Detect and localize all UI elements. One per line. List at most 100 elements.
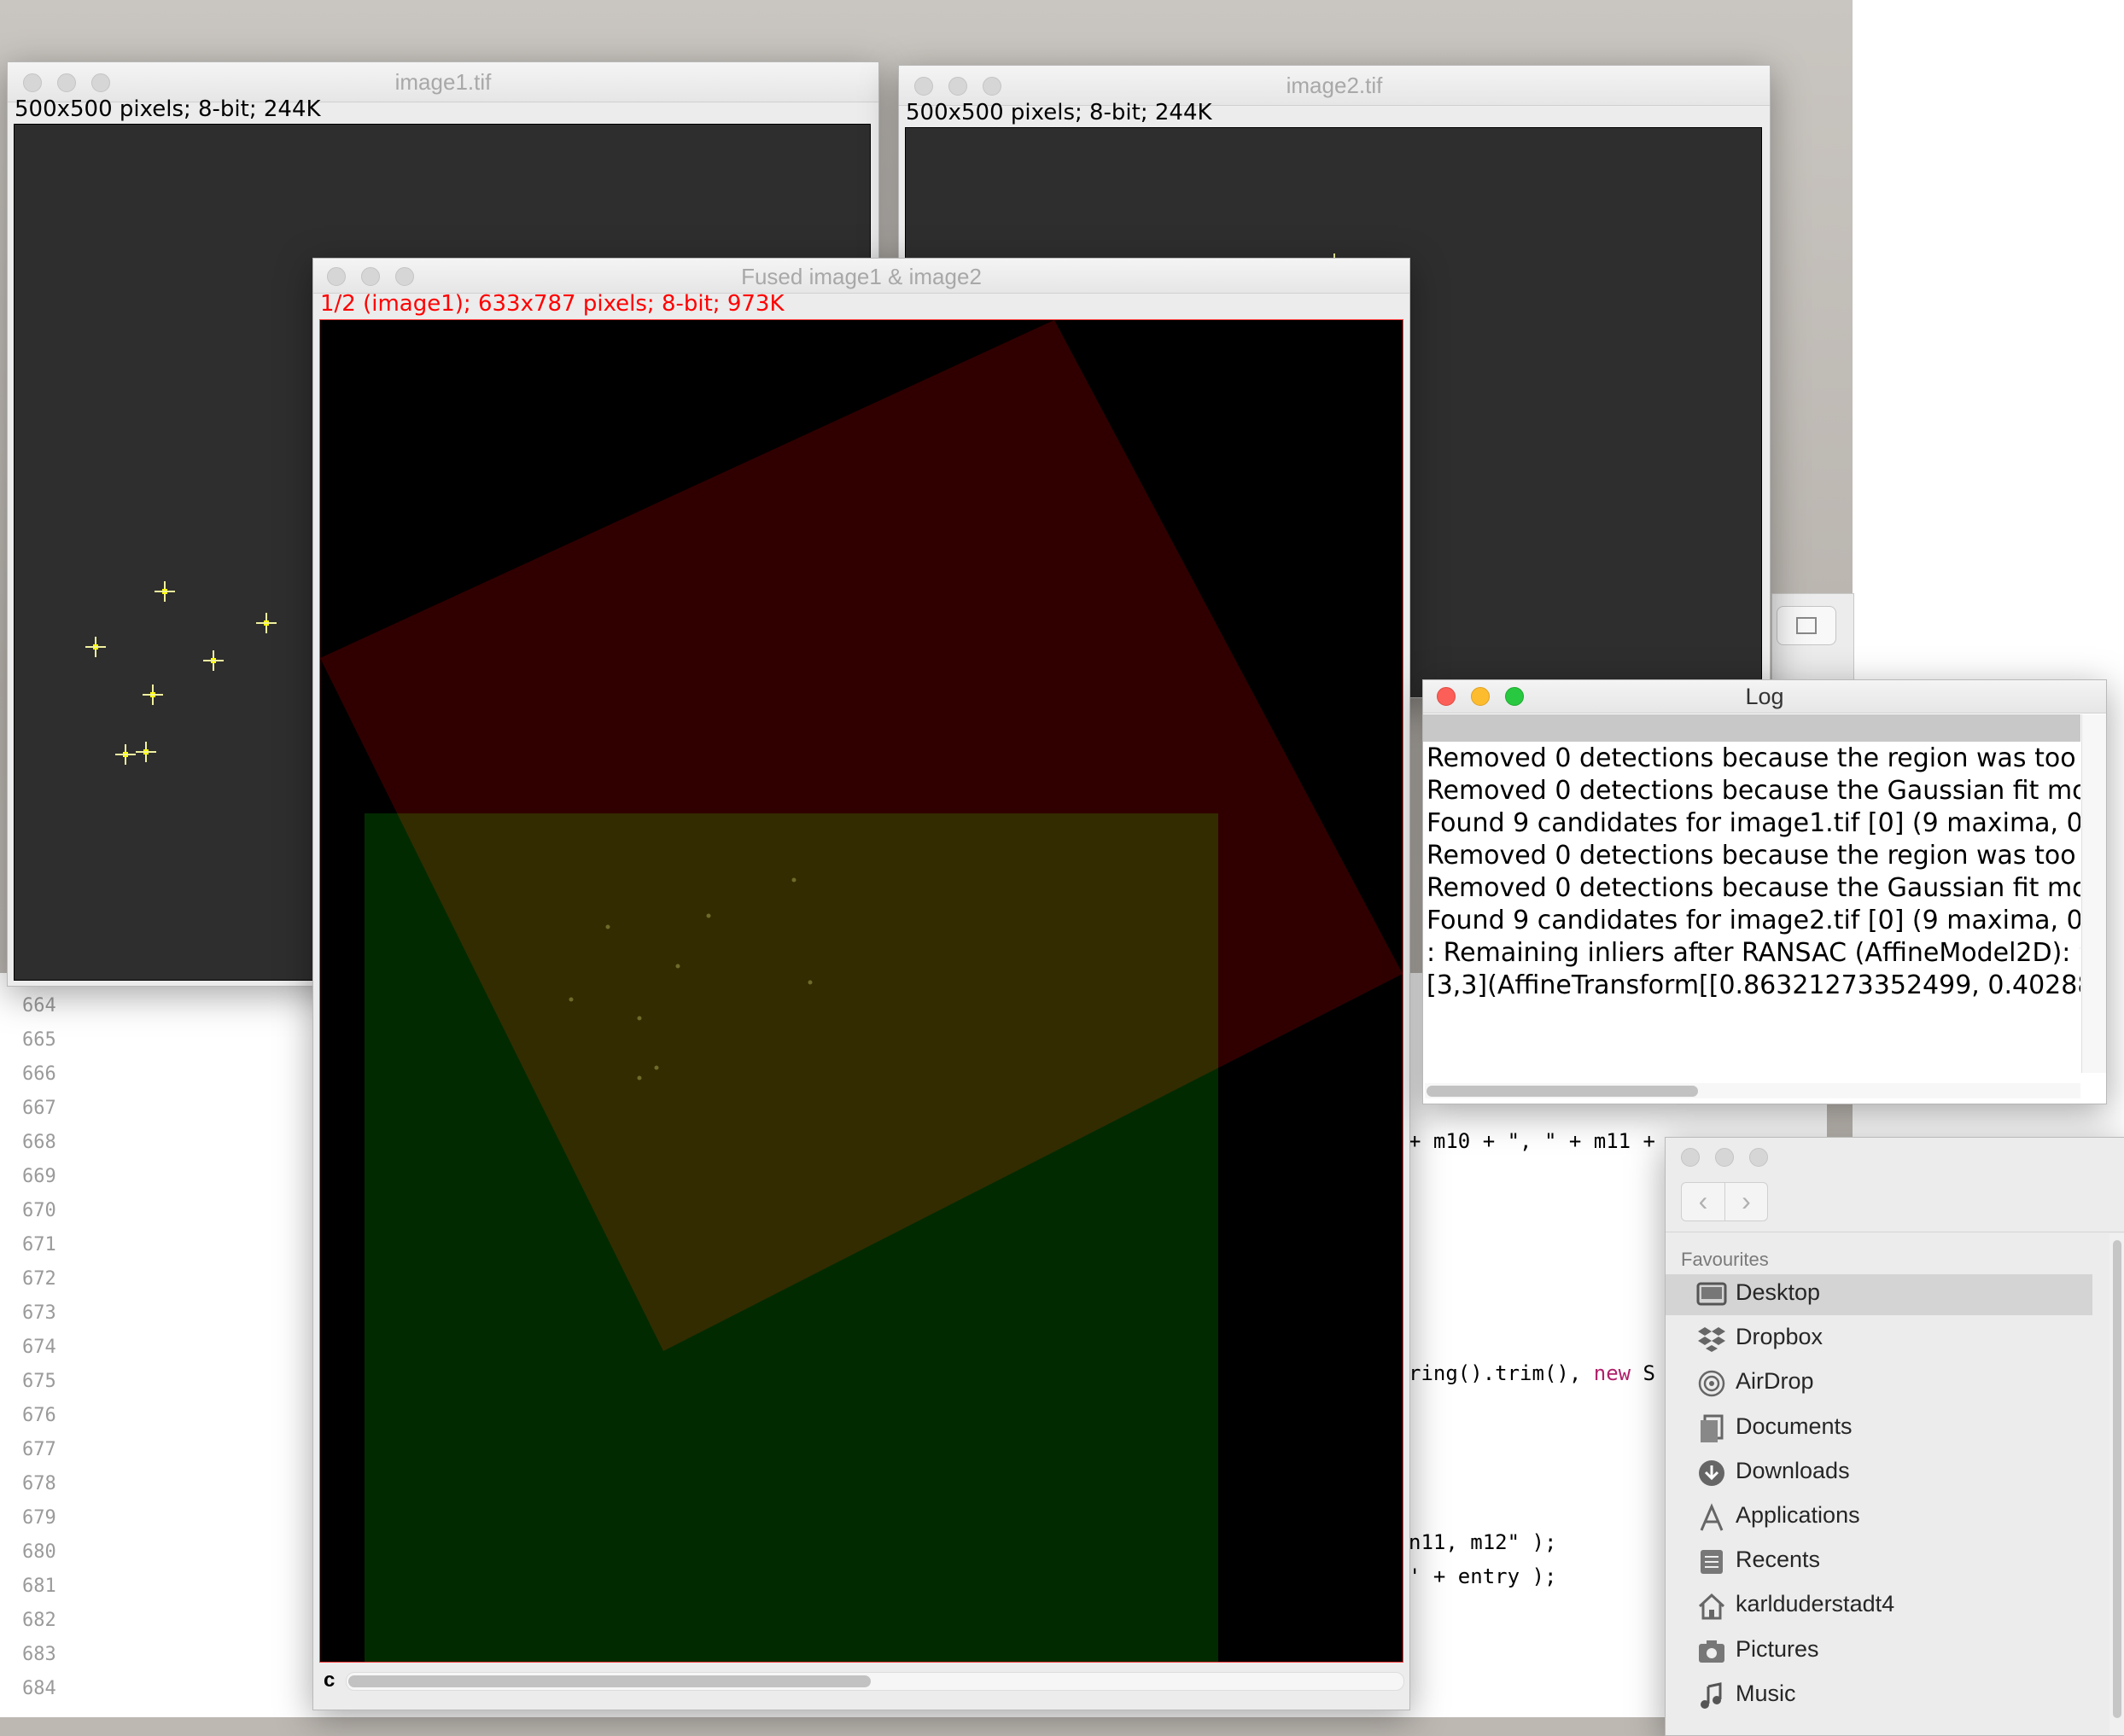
log-line: Removed 0 detections because the region … [1427,747,2080,773]
fused-titlebar[interactable]: Fused image1 & image2 [313,259,1409,294]
applications-icon [1696,1503,1727,1532]
forward-button[interactable]: › [1725,1183,1767,1220]
scrollbar-thumb[interactable] [348,1675,871,1687]
line-number: 667 [22,1098,56,1119]
line-number: 666 [22,1063,56,1085]
spot [605,924,610,929]
detection-marker [143,684,163,705]
sidebar-item-applications[interactable]: Applications [1666,1497,2092,1538]
close-button[interactable] [1681,1148,1700,1167]
sidebar-item-label: Downloads [1736,1457,1850,1483]
window-title: image1.tif [394,69,492,95]
fused-canvas[interactable] [319,319,1403,1663]
sidebar-scrollbar[interactable] [2109,1233,2124,1735]
line-number: 668 [22,1132,56,1153]
channel-label: c [324,1669,336,1692]
zoom-button[interactable] [1749,1148,1768,1167]
line-number: 674 [22,1337,56,1358]
line-number: 678 [22,1473,56,1494]
documents-icon [1696,1414,1727,1443]
sidebar-item-documents[interactable]: Documents [1666,1408,2092,1449]
log-line: Found 9 candidates for image2.tif [0] (9… [1427,906,2080,935]
log-line: Removed 0 detections because the region … [1427,841,2080,871]
sidebar-item-airdrop[interactable]: AirDrop [1666,1363,2092,1404]
image-info: 1/2 (image1); 633x787 pixels; 8-bit; 973… [320,291,785,317]
sidebar-item-music[interactable]: Music [1666,1675,2092,1716]
home-icon [1696,1592,1727,1621]
code-line-674: ring().trim(), new S [1409,1361,1656,1385]
log-line: Removed 0 detections because the Gaussia… [1427,873,2080,903]
fused-overlay-svg [320,320,1403,1662]
sidebar-item-recents[interactable]: Recents [1666,1541,2092,1582]
spot [791,877,796,883]
spot [808,980,813,985]
log-titlebar[interactable]: Log [1423,680,2106,714]
back-button[interactable]: ‹ [1682,1183,1725,1220]
spot [637,1016,642,1021]
line-number: 682 [22,1610,56,1631]
sidebar-item-label: Documents [1736,1413,1853,1439]
channel-scrollbar[interactable] [346,1672,1404,1691]
sidebar-item-label: Music [1736,1680,1796,1706]
tabs-icon [1796,617,1817,634]
sidebar-item-downloads[interactable]: Downloads [1666,1453,2092,1494]
detection-marker [85,637,106,657]
sidebar-section-title: Favourites [1681,1249,1769,1270]
line-number: 684 [22,1678,56,1699]
line-number: 669 [22,1166,56,1187]
sidebar-item-label: Recents [1736,1547,1821,1573]
line-number: 670 [22,1200,56,1221]
sidebar-item-dropbox[interactable]: Dropbox [1666,1319,2092,1360]
log-horizontal-scrollbar[interactable] [1425,1083,2080,1098]
nav-buttons: ‹ › [1681,1182,1768,1221]
log-vertical-scrollbar[interactable] [2081,714,2106,1073]
desktop-icon [1696,1280,1727,1309]
window-title: image2.tif [1286,73,1383,98]
line-number: 677 [22,1439,56,1460]
log-line: Removed 0 detections because the Gaussia… [1427,776,2080,806]
spot [569,997,574,1002]
window-title: Log [1745,684,1784,709]
scrollbar-thumb[interactable] [1427,1086,1698,1097]
code-line-667: + m10 + ", " + m11 + [1409,1129,1655,1153]
line-number: 664 [22,995,56,1017]
sidebar-item-label: Dropbox [1736,1324,1823,1350]
pictures-icon [1696,1637,1727,1666]
image-info: 500x500 pixels; 8-bit; 244K [906,100,1212,125]
minimize-button[interactable] [1715,1148,1734,1167]
sidebar-item-karlduderstadt4[interactable]: karlduderstadt4 [1666,1586,2092,1627]
fused-image-window[interactable]: Fused image1 & image2 1/2 (image1); 633x… [312,258,1410,1710]
sidebar-item-label: karlduderstadt4 [1736,1591,1895,1617]
recents-icon [1696,1547,1727,1576]
background-window-panel [1771,593,1854,689]
finder-sidebar: Desktop Dropbox AirDrop Documents Downloads A… [1666,1274,2101,1735]
line-number: 675 [22,1371,56,1392]
line-number: 683 [22,1644,56,1665]
code-line-679: n11, m12" ); [1409,1530,1557,1554]
detection-marker [136,742,156,762]
spot [706,913,711,918]
sidebar-item-pictures[interactable]: Pictures [1666,1631,2092,1672]
line-number: 671 [22,1234,56,1255]
scrollbar-thumb[interactable] [2113,1240,2121,1718]
spot [637,1075,642,1081]
log-text-area[interactable]: Removed 0 detections because the region … [1423,747,2080,1071]
spot [654,1065,659,1070]
sidebar-item-label: Pictures [1736,1635,1819,1662]
log-line: [3,3](AffineTransform[[0.86321273352499,… [1427,970,2080,1000]
log-line: Found 9 candidates for image1.tif [0] (9… [1427,808,2080,838]
line-number: 676 [22,1405,56,1426]
airdrop-icon [1696,1369,1727,1398]
sidebar-item-label: Applications [1736,1502,1860,1528]
line-number: 681 [22,1576,56,1597]
finder-window[interactable]: ‹ › Favourites Desktop Dropbox AirDrop Docu… [1665,1137,2124,1736]
line-number: 673 [22,1302,56,1324]
spot [675,964,680,969]
line-number: 679 [22,1507,56,1529]
window-tabs-button[interactable] [1777,606,1836,645]
log-window[interactable]: Log Removed 0 detections because the reg… [1422,679,2107,1104]
sidebar-item-desktop[interactable]: Desktop [1666,1274,2092,1315]
music-icon [1696,1681,1727,1710]
log-line: : Remaining inliers after RANSAC (Affine… [1427,938,2080,968]
dropbox-icon [1696,1325,1727,1354]
